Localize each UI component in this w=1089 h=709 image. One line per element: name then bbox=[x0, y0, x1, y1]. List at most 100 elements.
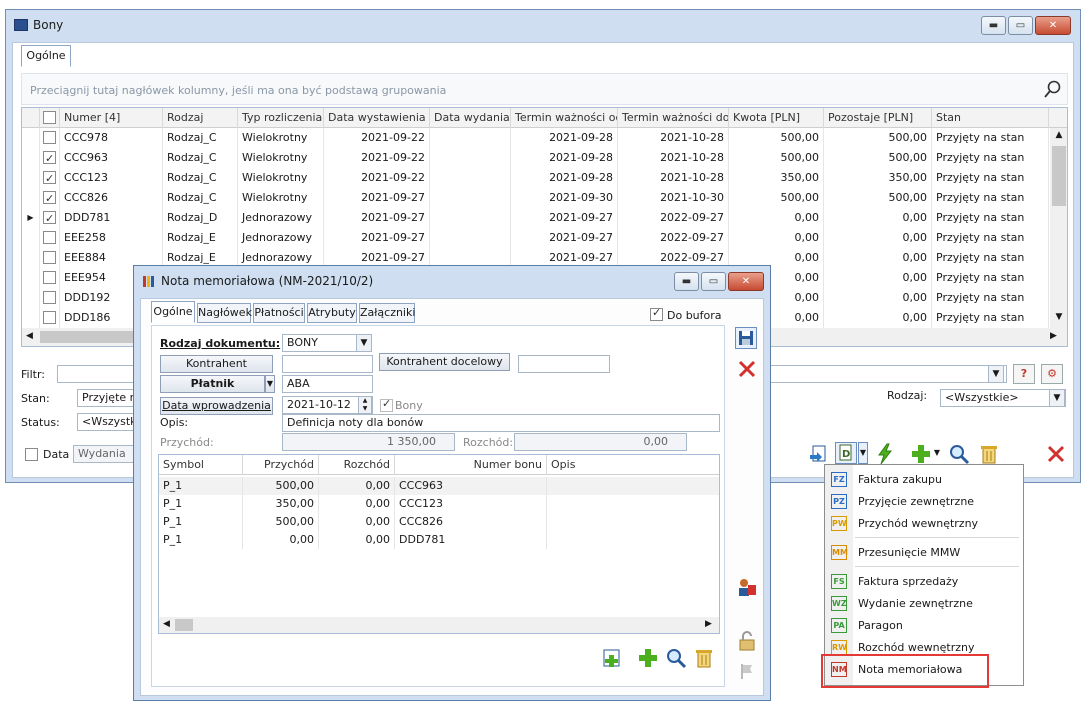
table-row[interactable]: CCC826Rodzaj_CWielokrotny2021-09-27 2021-… bbox=[22, 188, 1049, 208]
kontrahent-docelowy-button[interactable]: Kontrahent docelowy bbox=[379, 353, 510, 371]
nota-tab-naglowek[interactable]: Nagłówek bbox=[197, 303, 252, 323]
scroll-down-arrow-icon[interactable]: ▼ bbox=[1050, 312, 1067, 322]
platnik-dropdown-arrow-icon[interactable]: ▼ bbox=[265, 375, 275, 393]
nota-tab-platnosci[interactable]: Płatności bbox=[253, 303, 305, 323]
nota-tab-atrybuty[interactable]: Atrybuty bbox=[307, 303, 357, 323]
nota-titlebar[interactable]: Nota memoriałowa (NM-2021/10/2) ▬ ▭ ✕ bbox=[134, 266, 770, 296]
menu-item-wz[interactable]: WZ Wydanie zewnętrzne bbox=[825, 593, 1023, 615]
rodzaj-dropdown-arrow-icon[interactable]: ▼ bbox=[1049, 389, 1065, 407]
row-checkbox[interactable] bbox=[43, 311, 56, 324]
row-checkbox[interactable] bbox=[43, 209, 56, 228]
column-header[interactable]: Data wystawienia ▲ bbox=[324, 108, 430, 128]
column-header[interactable]: Rodzaj bbox=[163, 108, 238, 128]
menu-item-fz[interactable]: FZ Faktura zakupu bbox=[825, 469, 1023, 491]
lightning-icon[interactable] bbox=[873, 442, 895, 465]
column-header[interactable]: Termin ważności od bbox=[511, 108, 618, 128]
nota-close-button[interactable]: ✕ bbox=[728, 272, 764, 291]
minimize-button[interactable]: ▬ bbox=[981, 16, 1006, 35]
rodzaj-select[interactable]: <Wszystkie> bbox=[940, 389, 1066, 407]
menu-item-pa[interactable]: PA Paragon bbox=[825, 615, 1023, 637]
search-icon[interactable] bbox=[1044, 80, 1062, 98]
table-row[interactable]: CCC978 Rodzaj_C Wielokrotny 2021-09-22 2021-… bbox=[22, 128, 1049, 148]
row-checkbox[interactable] bbox=[43, 149, 56, 168]
row-checkbox[interactable] bbox=[43, 291, 56, 304]
row-checkbox[interactable] bbox=[43, 231, 56, 244]
lock-icon[interactable] bbox=[735, 629, 757, 651]
maximize-button[interactable]: ▭ bbox=[1008, 16, 1033, 35]
row-checkbox[interactable] bbox=[43, 169, 56, 188]
nota-hscrollbar[interactable]: ◀ ▶ bbox=[159, 617, 719, 633]
add-green-icon[interactable] bbox=[636, 646, 658, 668]
add-icon[interactable] bbox=[909, 442, 931, 464]
filtr-dropdown-arrow-icon[interactable]: ▼ bbox=[988, 365, 1004, 383]
column-header[interactable]: Pozostaje [PLN] bbox=[824, 108, 932, 128]
nota-tab-ogolne[interactable]: Ogólne bbox=[151, 301, 195, 323]
generate-dropdown-arrow-icon[interactable]: ▼ bbox=[858, 442, 868, 464]
flag-icon[interactable] bbox=[735, 659, 757, 681]
header-select-all[interactable] bbox=[40, 108, 60, 128]
table-row[interactable]: CCC963Rodzaj_CWielokrotny2021-09-22 2021-… bbox=[22, 148, 1049, 168]
nota-scroll-right-icon[interactable]: ▶ bbox=[705, 619, 712, 629]
close-red-icon[interactable] bbox=[1044, 442, 1066, 464]
nota-table-row[interactable]: P_1 500,00 0,00 CCC826 bbox=[159, 513, 719, 531]
scroll-thumb[interactable] bbox=[1052, 146, 1066, 206]
opis-input[interactable]: Definicja noty dla bonów bbox=[282, 414, 720, 432]
column-header[interactable]: Stan bbox=[932, 108, 1049, 128]
add-row-icon[interactable] bbox=[600, 646, 622, 668]
menu-item-pz[interactable]: PZ Przyjęcie zewnętrzne bbox=[825, 491, 1023, 513]
trash-icon[interactable] bbox=[977, 442, 999, 464]
nota-scroll-left-icon[interactable]: ◀ bbox=[163, 619, 170, 629]
nota-search-icon[interactable] bbox=[664, 646, 687, 669]
platnik-input[interactable]: ABA bbox=[282, 375, 373, 393]
nota-column-header[interactable]: Numer bonu bbox=[395, 455, 547, 475]
nota-minimize-button[interactable]: ▬ bbox=[674, 272, 699, 291]
rodzaj-dokumentu-arrow-icon[interactable]: ▼ bbox=[356, 334, 372, 352]
nota-column-header[interactable]: Przychód bbox=[243, 455, 319, 475]
kontrahent-button[interactable]: Kontrahent bbox=[160, 355, 273, 373]
nota-column-header[interactable]: Opis bbox=[547, 455, 719, 475]
row-checkbox[interactable] bbox=[43, 131, 56, 144]
nota-column-header[interactable]: Symbol bbox=[159, 455, 243, 475]
bony-titlebar[interactable]: Bony ▬ ▭ ✕ bbox=[6, 10, 1080, 40]
filter-tools-icon[interactable]: ⚙ bbox=[1041, 364, 1063, 384]
column-header[interactable]: Kwota [PLN] bbox=[729, 108, 824, 128]
data-checkbox[interactable] bbox=[25, 448, 38, 461]
row-checkbox[interactable] bbox=[43, 251, 56, 264]
scroll-up-arrow-icon[interactable]: ▲ bbox=[1050, 130, 1067, 140]
grid-vscrollbar[interactable]: ▲ ▼ bbox=[1050, 128, 1067, 328]
generate-document-icon[interactable]: D bbox=[835, 442, 857, 464]
select-all-checkbox[interactable] bbox=[43, 111, 56, 124]
scroll-right-arrow-icon[interactable]: ▶ bbox=[1050, 331, 1057, 341]
nota-trash-icon[interactable] bbox=[692, 646, 714, 668]
close-button[interactable]: ✕ bbox=[1035, 16, 1071, 35]
kontrahent-input[interactable] bbox=[282, 355, 373, 373]
table-row[interactable]: EEE258 Rodzaj_E Jednorazowy 2021-09-27 2021-… bbox=[22, 228, 1049, 248]
menu-item-mm[interactable]: MM Przesunięcie MMW bbox=[825, 542, 1023, 564]
nota-scroll-thumb[interactable] bbox=[175, 619, 193, 631]
nota-tab-zalaczniki[interactable]: Załączniki bbox=[359, 303, 415, 323]
table-row[interactable]: CCC123Rodzaj_CWielokrotny2021-09-22 2021-… bbox=[22, 168, 1049, 188]
table-row[interactable]: ▶DDD781Rodzaj_DJednorazowy2021-09-272021… bbox=[22, 208, 1049, 228]
tab-ogolne[interactable]: Ogólne bbox=[21, 45, 71, 67]
column-header[interactable]: Termin ważności do bbox=[618, 108, 729, 128]
save-icon[interactable] bbox=[735, 327, 757, 349]
cancel-icon[interactable] bbox=[735, 357, 757, 379]
nota-table-row[interactable]: P_1 0,00 0,00 DDD781 bbox=[159, 531, 719, 549]
export-icon[interactable] bbox=[807, 442, 829, 464]
row-checkbox[interactable] bbox=[43, 271, 56, 284]
column-header[interactable]: Typ rozliczenia bbox=[238, 108, 324, 128]
column-header[interactable]: Data wydania bbox=[430, 108, 511, 128]
row-checkbox[interactable] bbox=[43, 189, 56, 208]
nota-table-row[interactable]: P_1 500,00 0,00 CCC963 bbox=[159, 477, 719, 495]
help-icon[interactable]: ? bbox=[1013, 364, 1035, 384]
column-header[interactable]: Numer [4] bbox=[60, 108, 163, 128]
platnik-button[interactable]: Płatnik bbox=[160, 375, 265, 393]
data-wprowadzenia-button[interactable]: Data wprowadzenia bbox=[160, 397, 273, 415]
nota-table-row[interactable]: P_1 350,00 0,00 CCC123 bbox=[159, 495, 719, 513]
kontrahent-docelowy-input[interactable] bbox=[518, 355, 610, 373]
menu-item-pw[interactable]: PW Przychód wewnętrzny bbox=[825, 513, 1023, 535]
menu-item-fs[interactable]: FS Faktura sprzedaży bbox=[825, 571, 1023, 593]
add-dropdown-arrow-icon[interactable]: ▼ bbox=[932, 442, 942, 464]
users-icon[interactable] bbox=[735, 575, 757, 597]
scroll-left-arrow-icon[interactable]: ◀ bbox=[26, 331, 33, 341]
